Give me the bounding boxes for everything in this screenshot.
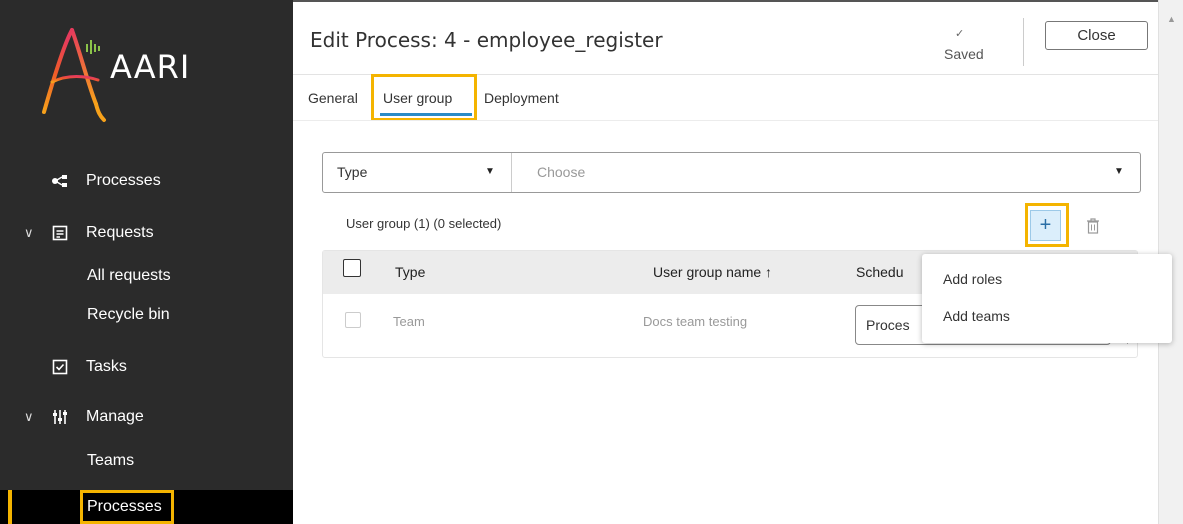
menu-item-add-roles[interactable]: Add roles (943, 271, 1002, 287)
column-header-type[interactable]: Type (395, 264, 425, 280)
trash-icon[interactable] (1086, 218, 1100, 234)
chevron-down-icon: ∨ (24, 225, 34, 240)
check-icon: ✓ (955, 28, 965, 40)
tab-deployment[interactable]: Deployment (484, 90, 559, 106)
manage-icon (51, 408, 69, 426)
app-name: AARI (110, 48, 191, 86)
sidebar-item-processes[interactable]: Processes (0, 164, 293, 198)
row-checkbox[interactable] (345, 312, 361, 328)
menu-item-add-teams[interactable]: Add teams (943, 308, 1010, 324)
sidebar-item-label: Tasks (86, 358, 127, 375)
column-header-schedule[interactable]: Schedu (856, 264, 903, 280)
choose-select[interactable]: Choose (537, 164, 585, 180)
sidebar-item-label: All requests (87, 267, 171, 284)
tab-general[interactable]: General (308, 90, 358, 106)
chevron-down-icon: ∨ (24, 409, 34, 424)
highlight-box (80, 490, 174, 524)
active-indicator (8, 490, 12, 524)
requests-icon (51, 224, 69, 242)
highlight-box (1025, 203, 1069, 247)
scroll-up-icon[interactable]: ▲ (1167, 14, 1176, 24)
sidebar-item-tasks[interactable]: Tasks (0, 350, 293, 384)
cell-user-group-name: Docs team testing (643, 314, 748, 329)
processes-icon (51, 172, 69, 190)
caret-down-icon[interactable]: ▼ (1114, 166, 1124, 177)
close-button[interactable]: Close (1045, 21, 1148, 50)
divider (293, 120, 1158, 121)
page-title: Edit Process: 4 - employee_register (310, 28, 663, 52)
sidebar-item-label: Recycle bin (87, 306, 170, 323)
sidebar-item-label: Requests (86, 224, 154, 241)
process-select-value: Proces (866, 317, 910, 333)
sidebar-item-requests[interactable]: ∨ Requests (0, 216, 293, 250)
column-header-user-group-name[interactable]: User group name ↑ (653, 264, 772, 280)
sidebar-item-label: Teams (87, 452, 135, 469)
sidebar-item-label: Manage (86, 408, 144, 425)
sidebar-item-teams[interactable]: Teams (0, 444, 293, 478)
user-group-count: User group (1) (0 selected) (346, 216, 502, 231)
cell-type: Team (393, 314, 425, 329)
divider (1023, 18, 1024, 66)
sidebar: AARI Processes ∨ Requests All requests R… (0, 0, 293, 524)
type-select[interactable]: Type (337, 164, 367, 180)
add-menu: Add roles Add teams (922, 254, 1172, 343)
select-all-checkbox[interactable] (343, 259, 361, 277)
caret-down-icon[interactable]: ▼ (485, 166, 495, 177)
user-group-filter: Type ▼ Choose ▼ (322, 152, 1141, 193)
sidebar-item-all-requests[interactable]: All requests (0, 259, 293, 293)
divider (511, 153, 512, 192)
tasks-icon (51, 358, 69, 376)
highlight-box (371, 74, 477, 121)
sidebar-item-recycle-bin[interactable]: Recycle bin (0, 298, 293, 332)
sidebar-item-manage[interactable]: ∨ Manage (0, 400, 293, 434)
sidebar-item-label: Processes (86, 172, 161, 189)
saved-status: Saved (944, 46, 984, 62)
